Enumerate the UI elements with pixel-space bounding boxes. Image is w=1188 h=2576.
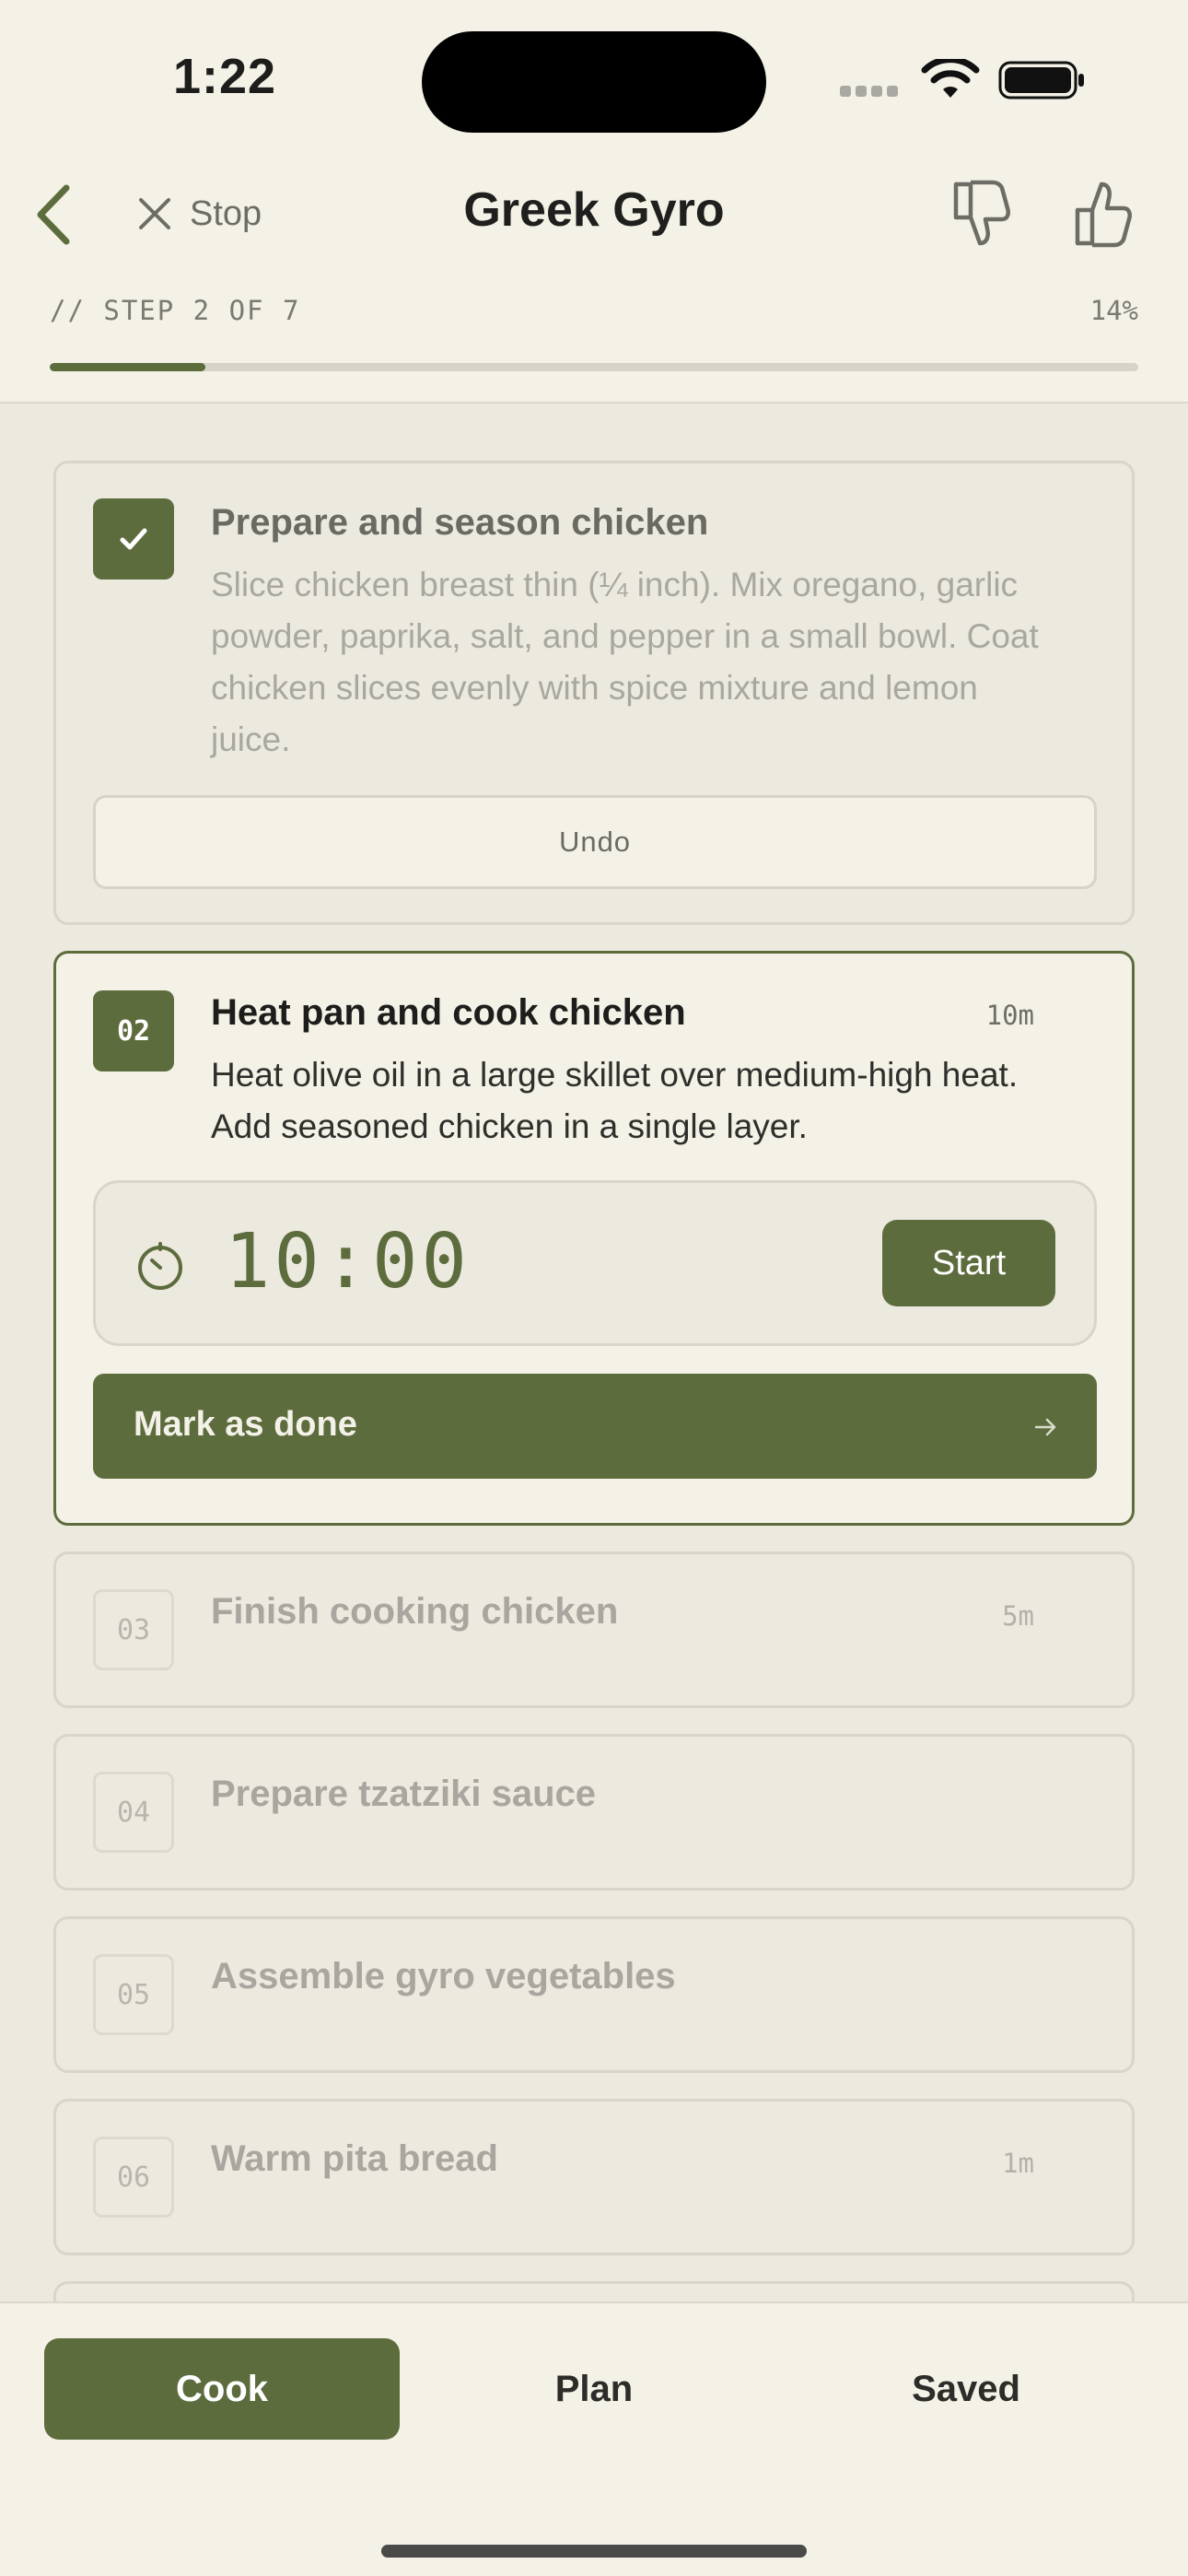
step-timer: 10:00 Start <box>93 1180 1097 1346</box>
status-time: 1:22 <box>173 49 277 104</box>
nav-header: Stop Greek Gyro <box>0 157 1188 267</box>
step-title: Prepare tzatziki sauce <box>211 1774 596 1814</box>
step-number-badge: 06 <box>93 2137 174 2218</box>
home-indicator <box>381 2545 807 2558</box>
step-title: Assemble gyro vegetables <box>211 1956 676 1996</box>
step-description: Heat olive oil in a large skillet over m… <box>211 1056 1019 1145</box>
step-title: Heat pan and cook chicken <box>211 992 686 1033</box>
step-card-pending[interactable]: 04 Prepare tzatziki sauce <box>53 1734 1135 1891</box>
step-card-active: 02 Heat pan and cook chicken 10m Heat ol… <box>53 951 1135 1526</box>
progress-bar <box>50 363 1138 371</box>
step-number-badge: 02 <box>93 990 174 1071</box>
step-counter: // STEP 2 OF 7 <box>50 295 301 326</box>
dynamic-island <box>422 31 766 133</box>
step-card-pending[interactable]: 05 Assemble gyro vegetables <box>53 1916 1135 2073</box>
mark-as-done-label: Mark as done <box>134 1405 357 1444</box>
timer-icon <box>138 1242 182 1290</box>
thumbs-down-icon[interactable] <box>949 177 1013 251</box>
step-description: Slice chicken breast thin (¼ inch). Mix … <box>211 566 1039 758</box>
wifi-icon <box>921 59 980 98</box>
step-number-badge: 04 <box>93 1772 174 1853</box>
tab-cook[interactable]: Cook <box>44 2338 400 2440</box>
step-duration: 1m <box>1002 2148 1034 2179</box>
step-card-pending[interactable] <box>53 2281 1135 2301</box>
progress-bar-fill <box>50 363 206 371</box>
steps-list: Prepare and season chicken Slice chicken… <box>0 404 1188 2301</box>
bottom-tab-bar: Cook Plan Saved <box>0 2301 1188 2576</box>
step-number-badge: 05 <box>93 1954 174 2035</box>
tab-saved[interactable]: Saved <box>788 2338 1144 2440</box>
cellular-signal-icon <box>840 85 904 98</box>
undo-button[interactable]: Undo <box>93 795 1097 889</box>
start-timer-button[interactable]: Start <box>882 1220 1055 1306</box>
cook-mode-screen: 1:22 Stop Greek Gyro // STEP 2 OF 7 14% … <box>0 0 1188 2576</box>
step-number-badge: 03 <box>93 1589 174 1670</box>
status-bar: 1:22 <box>0 0 1188 157</box>
step-duration: 10m <box>985 1000 1034 1031</box>
step-checkbox[interactable] <box>93 498 174 580</box>
mark-as-done-button[interactable]: Mark as done <box>93 1374 1097 1479</box>
step-card-completed: Prepare and season chicken Slice chicken… <box>53 461 1135 925</box>
tab-plan[interactable]: Plan <box>416 2338 772 2440</box>
timer-value: 10:00 <box>225 1218 471 1306</box>
battery-icon <box>998 61 1084 100</box>
step-duration: 5m <box>1002 1600 1034 1632</box>
arrow-right-icon <box>1034 1418 1056 1436</box>
thumbs-up-icon[interactable] <box>1070 177 1135 251</box>
step-title: Prepare and season chicken <box>211 502 709 543</box>
step-title: Finish cooking chicken <box>211 1591 619 1632</box>
step-progress: // STEP 2 OF 7 14% <box>50 295 1138 371</box>
step-card-pending[interactable]: 03 Finish cooking chicken 5m <box>53 1551 1135 1708</box>
step-title: Warm pita bread <box>211 2138 498 2179</box>
checkmark-icon <box>120 528 147 550</box>
progress-percent: 14% <box>1089 295 1138 326</box>
step-card-pending[interactable]: 06 Warm pita bread 1m <box>53 2099 1135 2255</box>
